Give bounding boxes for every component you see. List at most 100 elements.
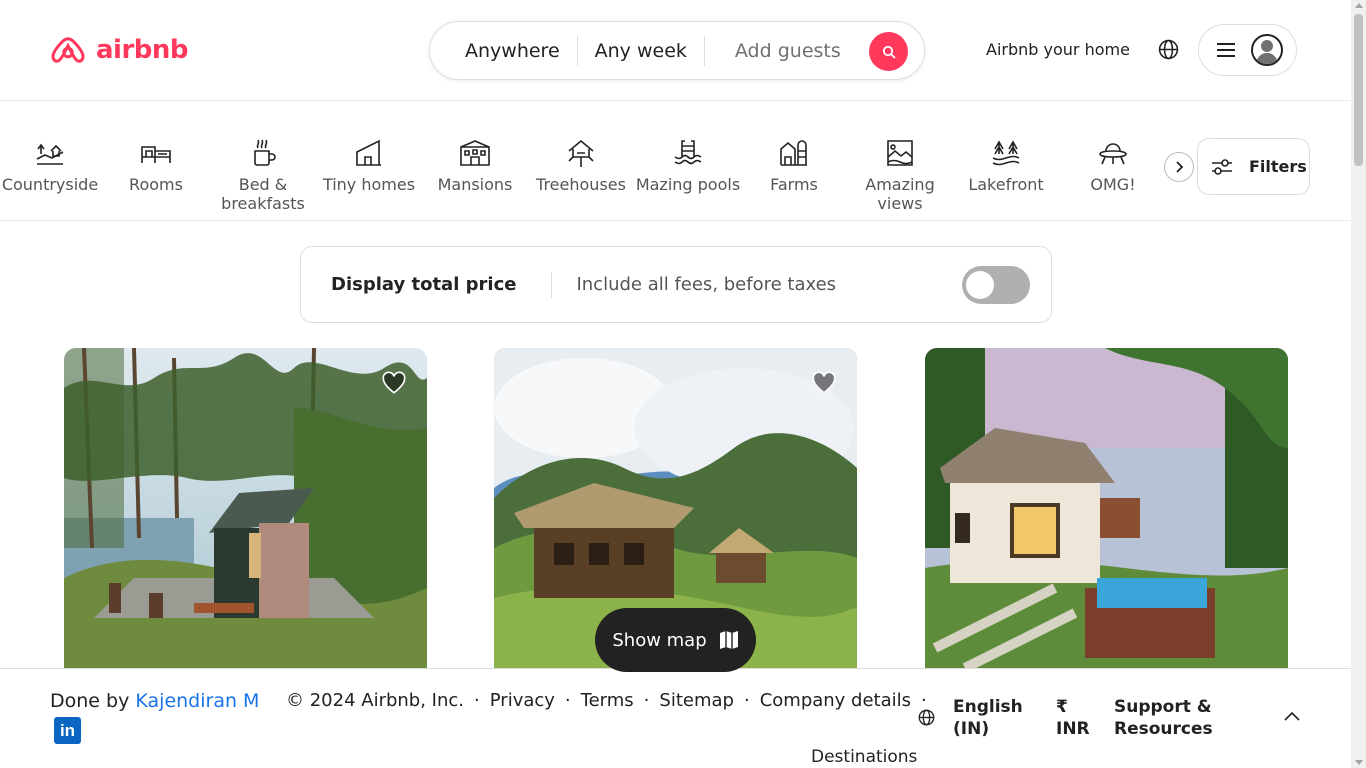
divider <box>551 271 553 298</box>
rooms-icon <box>141 146 171 163</box>
footer-link-terms[interactable]: Terms <box>581 690 634 711</box>
search-when[interactable]: Any week <box>578 40 704 62</box>
airbnb-logo[interactable]: airbnb <box>48 28 189 72</box>
tiny-home-icon <box>356 139 381 166</box>
category-label: Bed & breakfasts <box>221 175 305 213</box>
category-rooms[interactable]: Rooms <box>103 137 209 194</box>
category-bed-breakfasts[interactable]: Bed & breakfasts <box>210 137 316 213</box>
page-scrollbar[interactable] <box>1351 0 1366 768</box>
top-header: airbnb Anywhere Any week Add guests Airb… <box>0 0 1351 101</box>
total-price-subtitle: Include all fees, before taxes <box>576 274 837 295</box>
category-label: Mansions <box>437 175 513 194</box>
credit-text: Done by Kajendiran M <box>50 690 259 712</box>
show-map-button[interactable]: Show map <box>595 608 756 672</box>
category-amazing-views[interactable]: Amazing views <box>847 137 953 213</box>
category-label: Mazing pools <box>635 175 741 194</box>
treehouse-icon <box>568 139 594 167</box>
farm-icon <box>780 140 807 166</box>
search-guests[interactable]: Add guests <box>705 40 858 62</box>
category-label: Tiny homes <box>322 175 416 194</box>
category-farms[interactable]: Farms <box>741 137 847 194</box>
separator-dot: · <box>743 690 750 711</box>
category-pools[interactable]: Mazing pools <box>635 137 741 194</box>
credit-author-link[interactable]: Kajendiran M <box>135 690 259 712</box>
footer: Done by Kajendiran M in © 2024 Airbnb, I… <box>0 668 1351 768</box>
category-label: Farms <box>770 175 818 194</box>
language-label: English (IN) <box>953 696 1023 740</box>
language-region: (IN) <box>953 719 990 739</box>
footer-links: © 2024 Airbnb, Inc. · Privacy · Terms · … <box>286 690 927 711</box>
user-menu-button[interactable] <box>1198 24 1297 76</box>
category-lakefront[interactable]: Lakefront <box>953 137 1059 194</box>
mansion-icon <box>460 140 490 166</box>
host-link[interactable]: Airbnb your home <box>986 40 1130 59</box>
category-label: Rooms <box>129 175 183 194</box>
separator-dot: · <box>474 690 480 711</box>
copyright: © 2024 Airbnb, Inc. <box>286 690 465 711</box>
total-price-title: Display total price <box>331 274 517 295</box>
category-countryside[interactable]: Countryside <box>0 137 103 194</box>
chevron-right-icon <box>1176 161 1184 173</box>
currency-symbol: ₹ <box>1056 697 1068 717</box>
pool-icon <box>674 140 702 165</box>
views-icon <box>887 140 913 166</box>
lakefront-icon <box>992 140 1020 166</box>
category-treehouses[interactable]: Treehouses <box>528 137 634 194</box>
support-label-line2: Resources <box>1114 719 1213 739</box>
scroll-down-arrow[interactable] <box>1355 760 1363 765</box>
bed-breakfast-icon <box>254 139 276 166</box>
total-price-panel: Display total price Include all fees, be… <box>300 246 1052 323</box>
total-price-toggle[interactable] <box>962 266 1030 304</box>
separator-dot: · <box>643 690 650 711</box>
scroll-up-arrow[interactable] <box>1355 3 1363 8</box>
map-icon <box>719 631 738 649</box>
category-label: OMG! <box>1090 175 1136 194</box>
category-label: Treehouses <box>536 175 626 194</box>
user-icon <box>1251 34 1283 66</box>
airbnb-logo-icon <box>51 37 85 63</box>
support-resources-button[interactable]: Support & Resources <box>1114 696 1213 740</box>
footer-link-sitemap[interactable]: Sitemap <box>659 690 734 711</box>
show-map-label: Show map <box>612 629 707 651</box>
listing-card[interactable] <box>925 348 1288 668</box>
currency-selector[interactable]: ₹ INR <box>1056 696 1090 740</box>
support-label-line1: Support & <box>1114 697 1212 717</box>
category-label: Countryside <box>1 175 99 194</box>
category-next-button[interactable] <box>1164 152 1194 182</box>
search-icon <box>882 45 895 58</box>
category-bar: Countryside Rooms Bed & breakfasts Tiny … <box>0 101 1351 221</box>
favorite-heart-icon[interactable] <box>811 370 837 396</box>
linkedin-icon[interactable]: in <box>54 717 81 744</box>
search-button[interactable] <box>869 32 908 71</box>
category-label: Amazing views <box>865 175 935 213</box>
search-bar[interactable]: Anywhere Any week Add guests <box>429 21 925 80</box>
listing-image <box>64 348 427 668</box>
language-name: English <box>953 697 1023 717</box>
category-tiny-homes[interactable]: Tiny homes <box>316 137 422 194</box>
footer-link-company-details[interactable]: Company details <box>760 690 911 711</box>
category-label: Lakefront <box>968 175 1044 194</box>
footer-link-destinations[interactable]: Destinations <box>811 747 917 767</box>
globe-icon <box>918 709 935 726</box>
scroll-thumb[interactable] <box>1354 14 1363 166</box>
category-mansions[interactable]: Mansions <box>422 137 528 194</box>
currency-code: INR <box>1056 719 1090 739</box>
listing-image <box>925 348 1288 668</box>
filters-label: Filters <box>1249 157 1307 176</box>
logo-text: airbnb <box>96 35 189 65</box>
favorite-heart-icon[interactable] <box>381 370 407 396</box>
credit-prefix: Done by <box>50 690 130 712</box>
footer-link-privacy[interactable]: Privacy <box>490 690 555 711</box>
menu-icon <box>1217 43 1235 57</box>
globe-icon[interactable] <box>1158 39 1179 60</box>
listing-card[interactable] <box>64 348 427 668</box>
filters-icon <box>1212 158 1232 175</box>
language-selector[interactable]: English (IN) <box>918 696 1023 740</box>
countryside-icon <box>36 143 64 165</box>
ufo-icon <box>1099 143 1127 165</box>
separator-dot: · <box>564 690 571 711</box>
category-omg[interactable]: OMG! <box>1060 137 1166 194</box>
chevron-up-icon[interactable] <box>1284 711 1300 721</box>
search-where[interactable]: Anywhere <box>430 40 577 62</box>
filters-button[interactable]: Filters <box>1197 138 1310 195</box>
